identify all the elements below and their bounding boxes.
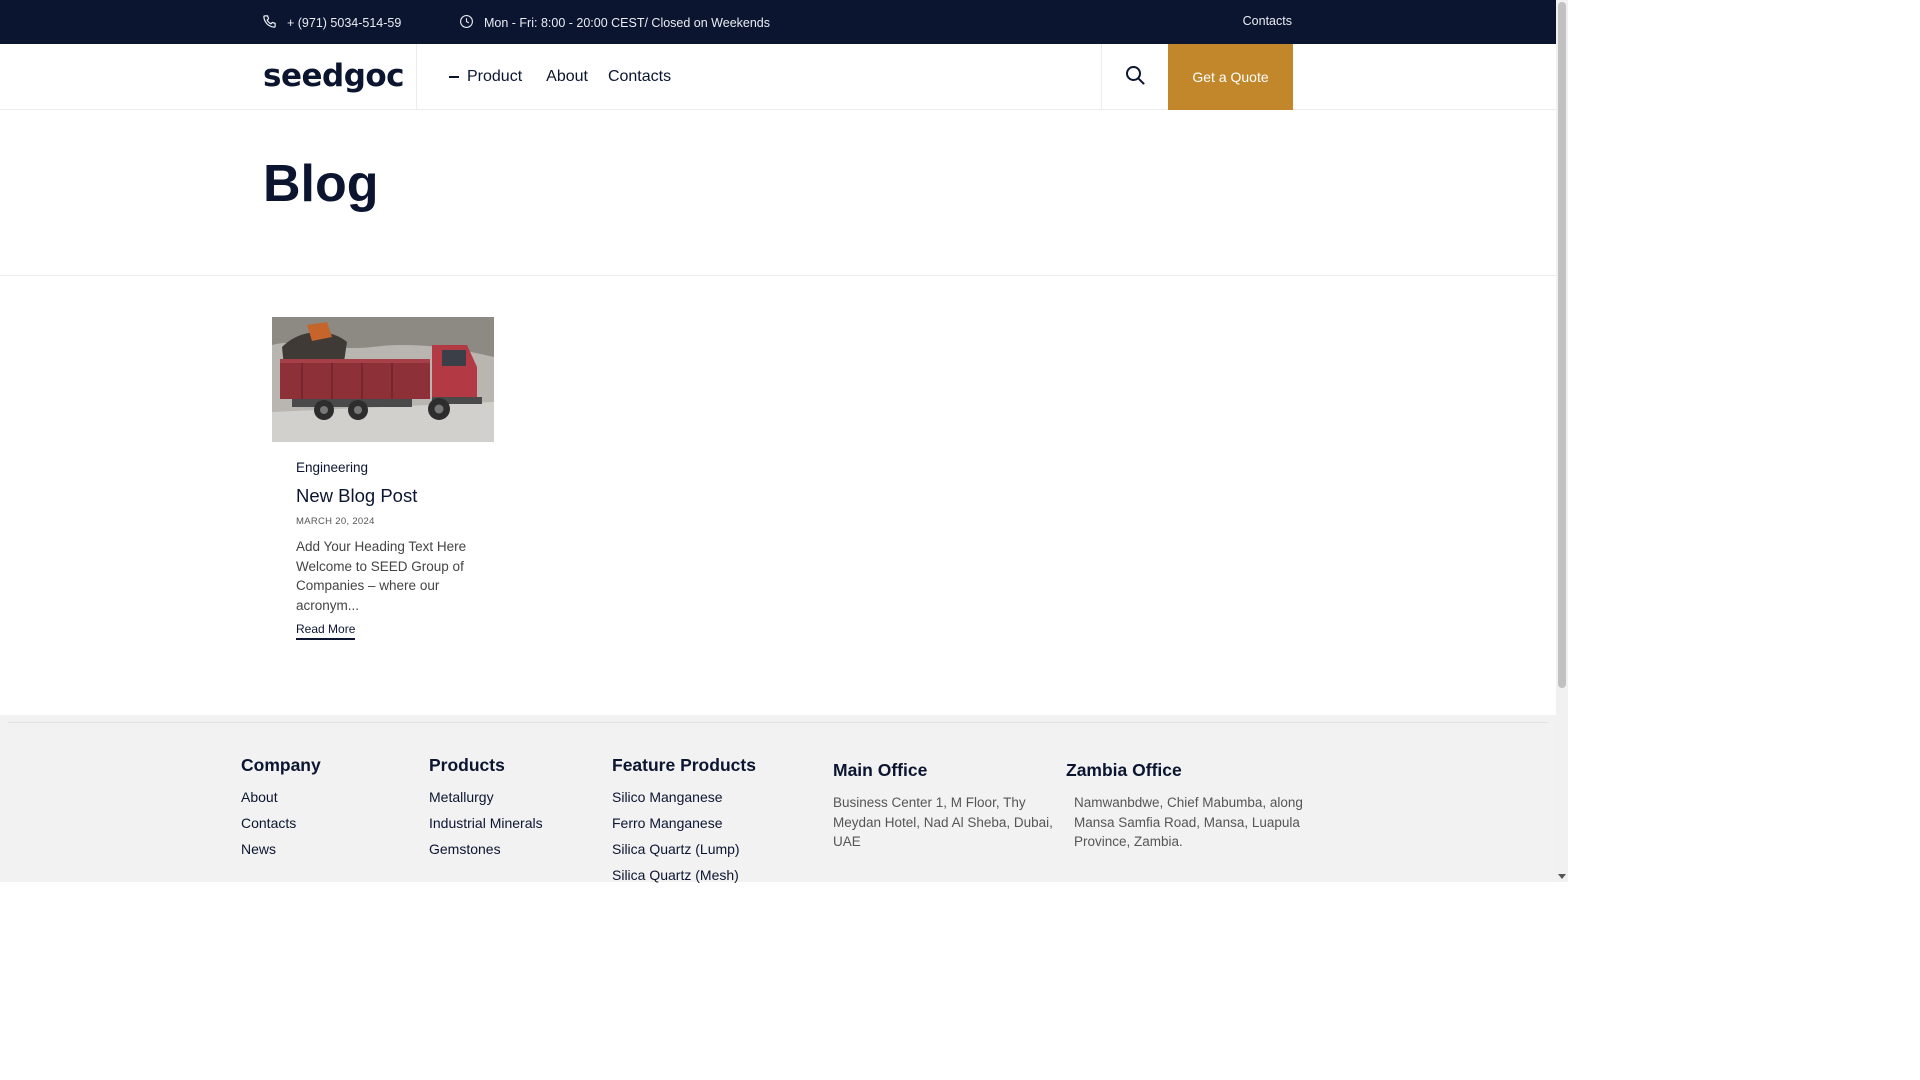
search-icon — [1125, 65, 1145, 90]
footer-link-news[interactable]: News — [241, 841, 321, 857]
nav-item-product[interactable]: Product — [449, 68, 522, 86]
nav-item-product-label: Product — [467, 68, 523, 85]
post-date: MARCH 20, 2024 — [296, 516, 375, 527]
phone-number: + (971) 5034-514-59 — [287, 16, 402, 30]
page-title: Blog — [263, 155, 379, 213]
footer-zambia-office: Zambia Office Namwanbdwe, Chief Mabumba,… — [1066, 760, 1311, 852]
get-a-quote-button[interactable]: Get a Quote — [1168, 44, 1293, 110]
scrollbar-thumb[interactable] — [1558, 2, 1566, 688]
post-excerpt: Add Your Heading Text Here Welcome to SE… — [296, 539, 467, 613]
footer-link-silico-manganese[interactable]: Silico Manganese — [612, 789, 756, 805]
footer-link-silica-quartz-lump[interactable]: Silica Quartz (Lump) — [612, 841, 756, 857]
business-hours: Mon - Fri: 8:00 - 20:00 CEST/ Closed on … — [459, 14, 770, 32]
main-office-address: Business Center 1, M Floor, Thy Meydan H… — [833, 795, 1053, 849]
footer-link-contacts[interactable]: Contacts — [241, 815, 321, 831]
post-thumbnail[interactable] — [272, 317, 494, 442]
nav-item-contacts[interactable]: Contacts — [608, 68, 671, 86]
page-scrollbar[interactable] — [1556, 0, 1568, 882]
footer-link-gemstones[interactable]: Gemstones — [429, 841, 543, 857]
footer-link-industrial-minerals[interactable]: Industrial Minerals — [429, 815, 543, 831]
post-category[interactable]: Engineering — [296, 460, 494, 475]
search-button[interactable] — [1102, 44, 1168, 110]
main-nav: Product About Contacts — [449, 44, 671, 110]
page-hero: Blog — [0, 110, 1556, 276]
read-more-link[interactable]: Read More — [296, 622, 356, 640]
footer-feature-products-column: Feature Products Silico Manganese Ferro … — [612, 755, 756, 893]
phone-icon — [262, 14, 277, 32]
dash-icon — [449, 76, 459, 78]
footer-products-column: Products Metallurgy Industrial Minerals … — [429, 755, 543, 867]
footer-link-ferro-manganese[interactable]: Ferro Manganese — [612, 815, 756, 831]
site-logo[interactable]: seedgoc — [263, 58, 405, 94]
clock-icon — [459, 14, 474, 32]
site-footer: Company About Contacts News Products Met… — [0, 715, 1556, 883]
footer-link-about[interactable]: About — [241, 789, 321, 805]
blog-post-card: Engineering New Blog Post MARCH 20, 2024… — [272, 317, 494, 640]
footer-main-office: Main Office Business Center 1, M Floor, … — [833, 760, 1053, 852]
main-office-heading: Main Office — [833, 760, 928, 780]
footer-company-heading: Company — [241, 755, 321, 775]
footer-link-metallurgy[interactable]: Metallurgy — [429, 789, 543, 805]
footer-feature-products-heading: Feature Products — [612, 755, 756, 775]
post-title[interactable]: New Blog Post — [296, 485, 494, 507]
zambia-office-address: Namwanbdwe, Chief Mabumba, along Mansa S… — [1074, 795, 1303, 849]
footer-products-heading: Products — [429, 755, 505, 775]
top-bar: + (971) 5034-514-59 Mon - Fri: 8:00 - 20… — [0, 0, 1556, 44]
scroll-down-arrow-icon[interactable] — [1558, 874, 1566, 879]
topbar-contacts-link[interactable]: Contacts — [1243, 14, 1292, 28]
header-divider — [416, 44, 417, 110]
phone-contact[interactable]: + (971) 5034-514-59 — [262, 14, 401, 32]
hours-text: Mon - Fri: 8:00 - 20:00 CEST/ Closed on … — [484, 16, 771, 30]
zambia-office-heading: Zambia Office — [1066, 760, 1182, 780]
nav-item-about[interactable]: About — [546, 68, 588, 86]
footer-divider — [8, 722, 1548, 723]
footer-link-silica-quartz-mesh[interactable]: Silica Quartz (Mesh) — [612, 867, 756, 883]
site-header: seedgoc Product About Contacts Get a Quo… — [0, 44, 1556, 110]
footer-company-column: Company About Contacts News — [241, 755, 321, 867]
post-body: Engineering New Blog Post MARCH 20, 2024… — [272, 460, 494, 640]
